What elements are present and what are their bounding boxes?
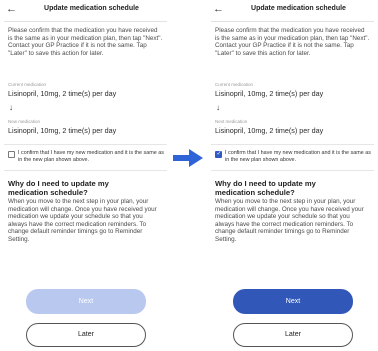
arrow-down-icon: ↓ (216, 103, 220, 112)
divider (211, 144, 374, 145)
confirm-checkbox[interactable] (8, 151, 15, 158)
check-icon: ✓ (216, 151, 222, 157)
current-medication-label: Current medication (8, 82, 47, 87)
new-medication-label: New medication (8, 119, 41, 124)
divider (4, 170, 167, 171)
confirm-checkbox[interactable]: ✓ (215, 151, 222, 158)
new-medication-value: Lisinopril, 10mg, 2 time(s) per day (215, 126, 324, 135)
current-medication-label: Current medication (215, 82, 254, 87)
why-heading: Why do I need to update my medication sc… (8, 179, 109, 197)
arrow-down-icon: ↓ (9, 103, 13, 112)
screen-after: ← Update medication schedule Please conf… (211, 0, 374, 351)
why-heading: Why do I need to update my medication sc… (215, 179, 316, 197)
header: ← Update medication schedule (211, 0, 374, 22)
arrow-left-icon[interactable]: ← (213, 3, 225, 15)
confirm-checkbox-row[interactable]: ✓ I confirm that I have my new medicatio… (215, 150, 372, 168)
confirm-text[interactable]: I confirm that I have my new medication … (18, 150, 165, 164)
intro-text: Please confirm that the medication you h… (215, 27, 370, 57)
page-title: Update medication schedule (44, 5, 139, 12)
confirm-text[interactable]: I confirm that I have my new medication … (225, 150, 372, 164)
arrow-right-icon (173, 149, 203, 167)
confirm-checkbox-row[interactable]: I confirm that I have my new medication … (8, 150, 165, 168)
screen-before: ← Update medication schedule Please conf… (4, 0, 167, 351)
intro-text: Please confirm that the medication you h… (8, 27, 163, 57)
divider (4, 144, 167, 145)
current-medication-value: Lisinopril, 10mg, 2 time(s) per day (215, 89, 324, 98)
why-body-text: When you move to the next step in your p… (215, 198, 364, 243)
arrow-left-icon[interactable]: ← (6, 3, 18, 15)
new-medication-value: Lisinopril, 10mg, 2 time(s) per day (8, 126, 117, 135)
later-button[interactable]: Later (233, 323, 353, 347)
later-button[interactable]: Later (26, 323, 146, 347)
new-medication-label: Next medication (215, 119, 248, 124)
page-title: Update medication schedule (251, 5, 346, 12)
current-medication-value: Lisinopril, 10mg, 2 time(s) per day (8, 89, 117, 98)
next-button[interactable]: Next (26, 289, 146, 314)
why-body-text: When you move to the next step in your p… (8, 198, 157, 243)
divider (211, 170, 374, 171)
header: ← Update medication schedule (4, 0, 167, 22)
next-button[interactable]: Next (233, 289, 353, 314)
